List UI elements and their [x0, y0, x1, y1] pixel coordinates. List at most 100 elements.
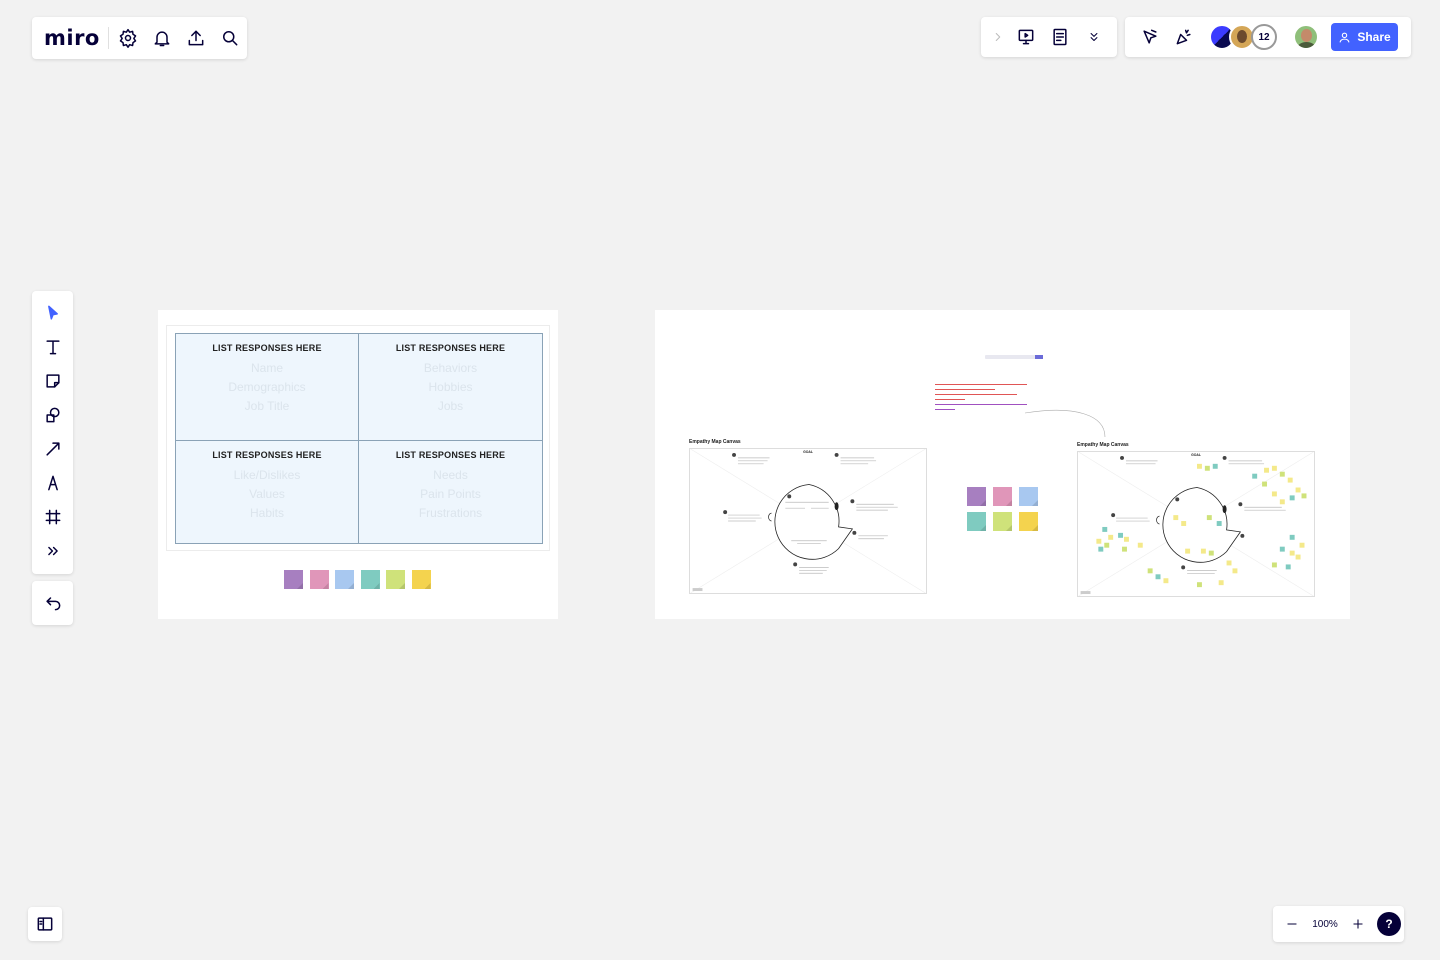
- present-icon[interactable]: [1009, 20, 1043, 54]
- arrow-line-icon[interactable]: [36, 432, 70, 466]
- quadrant-top-left[interactable]: LIST RESPONSES HERE Name Demographics Jo…: [175, 333, 359, 441]
- mini-sticky-note: [1104, 542, 1110, 548]
- pen-icon[interactable]: [36, 466, 70, 500]
- zoom-level[interactable]: 100%: [1305, 919, 1345, 930]
- goal-label: GOAL: [1191, 453, 1201, 457]
- mini-sticky-note: [1163, 578, 1169, 584]
- mini-sticky-note: [1279, 499, 1285, 505]
- placeholder-text: Hobbies: [428, 380, 473, 394]
- zoom-in-icon[interactable]: [1345, 907, 1371, 941]
- sticky-note-swatch[interactable]: [309, 570, 329, 589]
- sticky-note-swatch[interactable]: [335, 570, 354, 589]
- mini-sticky-note: [1271, 562, 1277, 568]
- mini-sticky-note: [1232, 568, 1238, 574]
- sticky-note-swatch[interactable]: [967, 512, 986, 531]
- mini-sticky-note: [1279, 546, 1285, 552]
- mini-sticky-note: [1264, 467, 1269, 473]
- placeholder-text: Pain Points: [420, 487, 481, 501]
- user-icon: [1339, 32, 1350, 42]
- shapes-icon[interactable]: [36, 398, 70, 432]
- mini-sticky-note: [1124, 536, 1129, 542]
- mini-sticky-note: [1299, 542, 1305, 548]
- bell-icon[interactable]: [145, 21, 179, 55]
- collaborator-count-badge[interactable]: 12: [1251, 24, 1277, 50]
- mini-sticky-note: [1137, 542, 1143, 548]
- quadrant-top-right[interactable]: LIST RESPONSES HERE Behaviors Hobbies Jo…: [358, 333, 543, 441]
- mini-sticky-note: [1271, 491, 1277, 497]
- placeholder-text: Like/Dislikes: [233, 468, 301, 482]
- sticky-note-swatch[interactable]: [284, 570, 303, 589]
- sidebar-panel-icon[interactable]: [28, 907, 62, 941]
- undo-icon[interactable]: [36, 586, 70, 620]
- empathy-quadrant-frame[interactable]: LIST RESPONSES HERE Name Demographics Jo…: [158, 310, 558, 619]
- more-tools-icon[interactable]: [36, 534, 70, 568]
- settings-icon[interactable]: [111, 21, 145, 55]
- sticky-note-swatch[interactable]: [360, 570, 380, 589]
- sidebar-toggle-panel: [28, 907, 62, 941]
- select-cursor-icon[interactable]: [36, 296, 70, 330]
- notes-icon[interactable]: [1043, 20, 1077, 54]
- quadrant-heading: LIST RESPONSES HERE: [395, 343, 506, 353]
- top-right-tools-panel: [981, 17, 1117, 57]
- quadrant-bottom-left[interactable]: LIST RESPONSES HERE Like/Dislikes Values…: [175, 440, 359, 544]
- empathy-canvas-filled[interactable]: GOAL: [1077, 451, 1315, 597]
- instruction-note: [935, 383, 1035, 413]
- mini-sticky-note: [1289, 534, 1295, 540]
- empathy-canvas-blank[interactable]: GOAL: [689, 448, 927, 594]
- chevron-right-icon[interactable]: [987, 20, 1009, 54]
- mini-toolbar-image: [985, 355, 1043, 359]
- sticky-note-swatch[interactable]: [993, 487, 1012, 506]
- empathy-head-diagram: GOAL: [690, 448, 926, 594]
- sticky-note-swatch[interactable]: [1019, 512, 1038, 531]
- placeholder-text: Behaviors: [423, 361, 478, 375]
- mini-sticky-note: [1287, 477, 1293, 483]
- mini-sticky-note: [1206, 515, 1212, 521]
- mini-sticky-note: [1181, 521, 1187, 526]
- zoom-out-icon[interactable]: [1279, 907, 1305, 941]
- top-left-toolbar: miro: [32, 17, 247, 59]
- double-chevron-down-icon[interactable]: [1077, 20, 1111, 54]
- sticky-note-swatch[interactable]: [386, 570, 405, 589]
- placeholder-text: Habits: [249, 506, 284, 520]
- mini-sticky-note: [1147, 568, 1153, 574]
- placeholder-text: Frustrations: [418, 506, 483, 520]
- mini-sticky-note: [1108, 534, 1114, 540]
- sticky-note-icon[interactable]: [36, 364, 70, 398]
- sticky-note-swatch[interactable]: [993, 512, 1012, 531]
- quadrant-bottom-right[interactable]: LIST RESPONSES HERE Needs Pain Points Fr…: [358, 440, 543, 544]
- current-user-avatar[interactable]: [1293, 24, 1319, 50]
- help-button[interactable]: ?: [1377, 912, 1401, 936]
- mini-sticky-note: [1226, 560, 1232, 566]
- canvas-title-right: Empathy Map Canvas: [1077, 442, 1129, 448]
- mini-sticky-note: [1218, 580, 1224, 586]
- placeholder-text: Name: [250, 361, 283, 375]
- search-icon[interactable]: [213, 21, 247, 55]
- frame-icon[interactable]: [36, 500, 70, 534]
- sticky-note-swatch[interactable]: [967, 487, 986, 506]
- mini-sticky-note: [1216, 521, 1222, 526]
- connector-line: [1024, 410, 1106, 438]
- mini-sticky-note: [1262, 481, 1268, 487]
- celebrate-icon[interactable]: [1167, 20, 1201, 54]
- mini-sticky-note: [1098, 546, 1104, 552]
- mini-sticky-note: [1289, 495, 1295, 501]
- miro-logo[interactable]: miro: [44, 26, 100, 50]
- quadrant-heading: LIST RESPONSES HERE: [395, 450, 506, 460]
- mini-sticky-note: [1096, 538, 1102, 544]
- upload-icon[interactable]: [179, 21, 213, 55]
- sticky-note-swatch[interactable]: [411, 570, 431, 589]
- empathy-map-canvas-frame[interactable]: Empathy Map Canvas GOAL Empathy Map Canv…: [655, 310, 1350, 619]
- mini-sticky-note: [1204, 465, 1210, 471]
- top-right-collab-panel: 12 Share: [1125, 17, 1411, 57]
- mini-sticky-note: [1102, 526, 1108, 532]
- placeholder-text: Job Title: [244, 399, 290, 413]
- text-icon[interactable]: [36, 330, 70, 364]
- divider: [107, 27, 109, 49]
- share-button[interactable]: Share: [1331, 23, 1398, 51]
- sticky-note-swatch[interactable]: [1019, 487, 1038, 506]
- mini-sticky-note: [1271, 465, 1277, 471]
- collaborator-avatars[interactable]: 12: [1209, 24, 1277, 50]
- mini-sticky-note: [1200, 548, 1206, 554]
- mini-sticky-note: [1295, 487, 1301, 493]
- cursor-flag-icon[interactable]: [1133, 20, 1167, 54]
